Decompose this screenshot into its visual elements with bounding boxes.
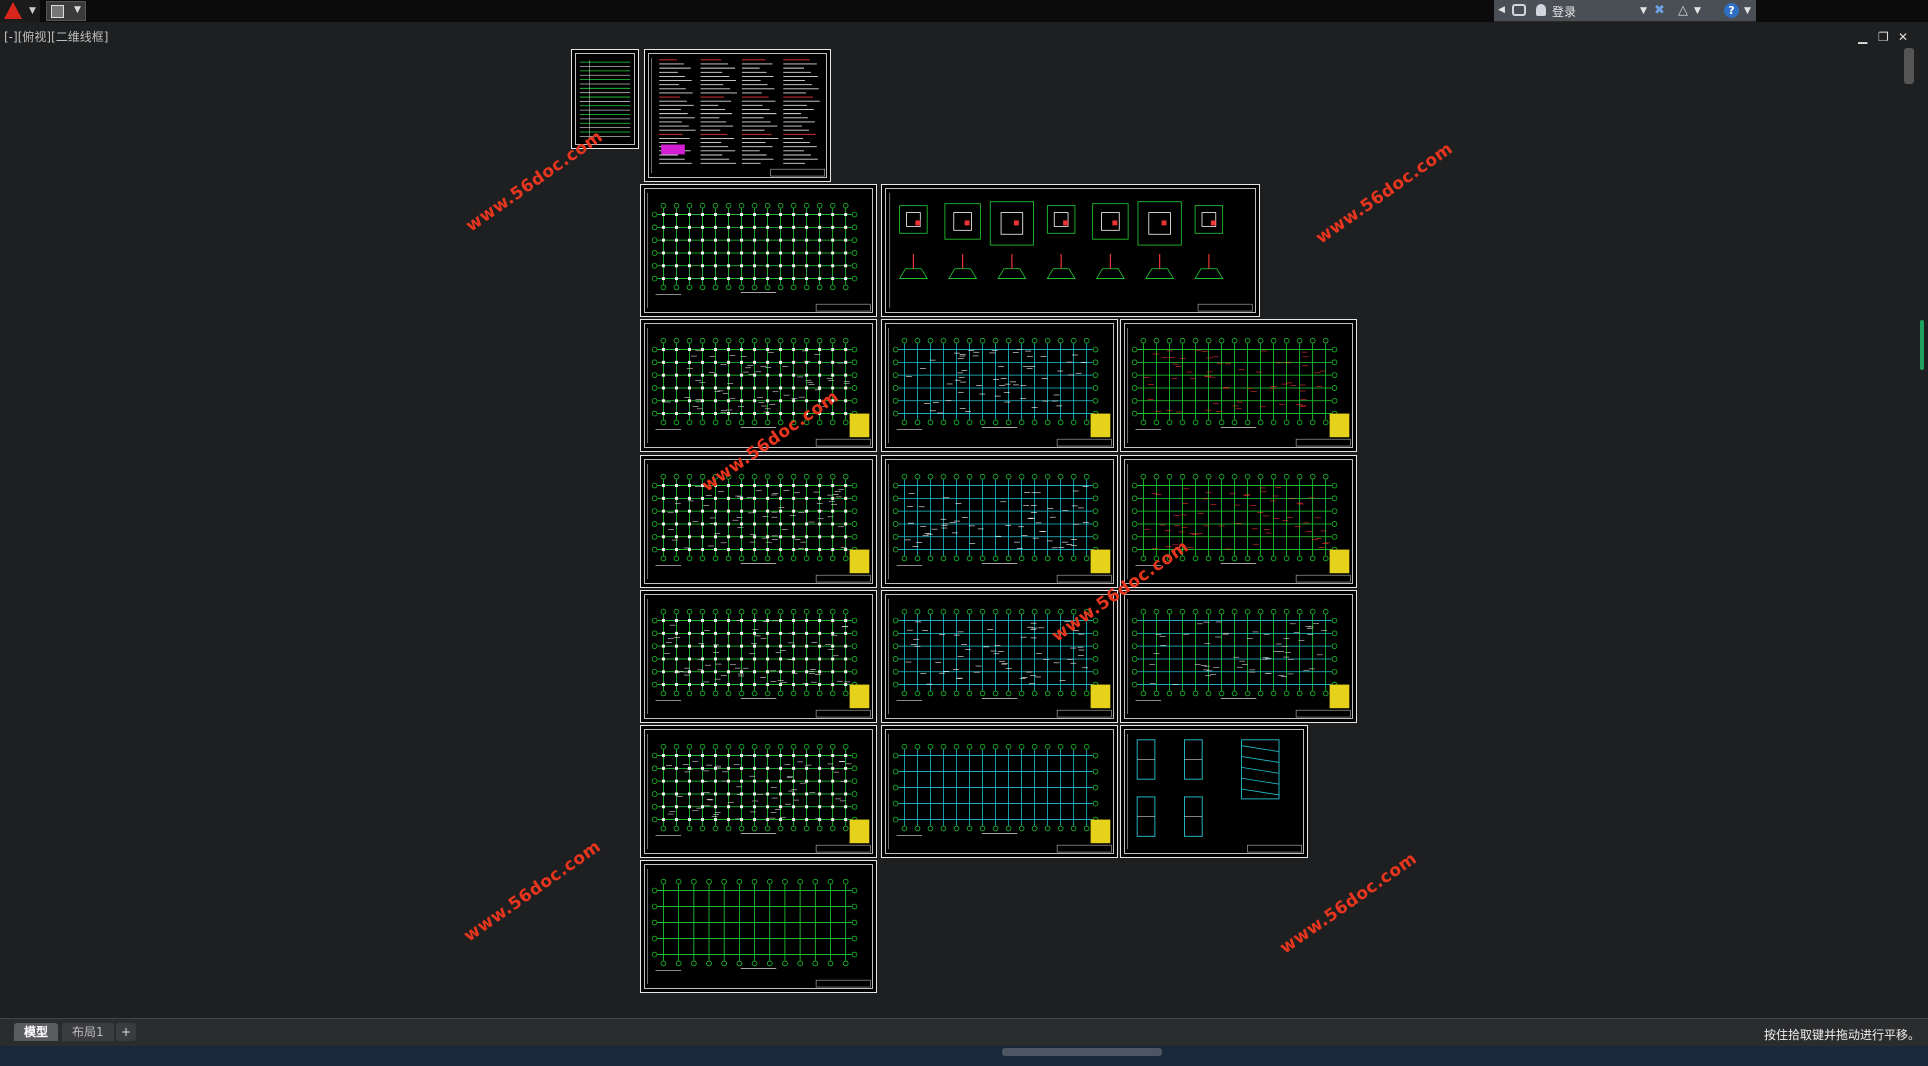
drawing-sheet-plan-3 bbox=[640, 455, 877, 588]
tab-model[interactable]: 模型 bbox=[14, 1023, 58, 1041]
drawing-sheet-notes bbox=[644, 49, 831, 182]
drawing-sheet-plan-2 bbox=[640, 319, 877, 452]
drawing-sheet-plan-5 bbox=[640, 725, 877, 858]
horizontal-scrollbar-thumb[interactable] bbox=[1002, 1048, 1162, 1056]
minimize-icon[interactable]: ▁ bbox=[1858, 30, 1867, 44]
drawing-sheet-slab-1 bbox=[1120, 319, 1357, 452]
watermark: www.56doc.com bbox=[462, 127, 607, 237]
vertical-scrollbar-thumb[interactable] bbox=[1904, 48, 1914, 84]
infocenter: ◀ 登录 ▼ ✖ △ ▼ ? ▼ bbox=[1494, 0, 1756, 22]
title-bar: ▼ ▼ ◀ 登录 ▼ ✖ △ ▼ ? ▼ bbox=[0, 0, 1928, 22]
drawing-sheet-plan-4 bbox=[640, 590, 877, 723]
user-icon bbox=[1536, 4, 1546, 16]
quick-access-button[interactable]: ▼ bbox=[46, 1, 86, 21]
login-button[interactable]: 登录 bbox=[1552, 3, 1576, 20]
autocad-logo-icon bbox=[4, 2, 22, 19]
drawing-sheet-roof-beam bbox=[881, 725, 1118, 858]
workspace-icon bbox=[51, 5, 64, 18]
drawing-sheet-roof-plan bbox=[640, 860, 877, 993]
chevron-down-icon: ▼ bbox=[29, 6, 36, 16]
close-icon[interactable]: ✕ bbox=[1898, 30, 1908, 44]
binoculars-search-icon[interactable] bbox=[1512, 4, 1526, 16]
status-message: 按住拾取键并拖动进行平移。 bbox=[1764, 1026, 1920, 1043]
chevron-down-icon[interactable]: ▼ bbox=[1640, 6, 1647, 16]
exchange-apps-icon[interactable]: ✖ bbox=[1654, 3, 1665, 18]
application-menu-button[interactable]: ▼ bbox=[0, 0, 40, 22]
drawing-sheet-index bbox=[571, 49, 639, 149]
chevron-down-icon[interactable]: ▼ bbox=[1744, 6, 1751, 16]
drawing-sheet-foundation-details bbox=[881, 184, 1260, 317]
watermark: www.56doc.com bbox=[1312, 139, 1457, 249]
layout-tab-bar: 模型 布局1 + 按住拾取键并拖动进行平移。 bbox=[0, 1018, 1928, 1047]
status-bar bbox=[0, 1046, 1928, 1066]
help-icon[interactable]: ? bbox=[1724, 3, 1739, 18]
a360-icon[interactable]: △ bbox=[1678, 3, 1688, 18]
chevron-down-icon: ▼ bbox=[74, 5, 81, 15]
drawing-sheet-slab-3 bbox=[1120, 590, 1357, 723]
tab-layout1[interactable]: 布局1 bbox=[62, 1023, 114, 1041]
navigation-bar-handle[interactable] bbox=[1920, 320, 1924, 370]
chevron-down-icon[interactable]: ▼ bbox=[1694, 6, 1701, 16]
add-layout-button[interactable]: + bbox=[116, 1023, 136, 1041]
collapse-arrow-icon[interactable]: ◀ bbox=[1498, 5, 1505, 15]
drawing-sheet-beam-2 bbox=[881, 455, 1118, 588]
watermark: www.56doc.com bbox=[460, 837, 605, 947]
drawing-sheet-stair-details bbox=[1120, 725, 1308, 858]
drawing-sheet-plan-1 bbox=[640, 184, 877, 317]
viewport-controls-label[interactable]: [-][俯视][二维线框] bbox=[4, 28, 108, 45]
drawing-sheet-beam-1 bbox=[881, 319, 1118, 452]
watermark: www.56doc.com bbox=[1276, 849, 1421, 959]
restore-icon[interactable]: ❐ bbox=[1878, 30, 1889, 44]
